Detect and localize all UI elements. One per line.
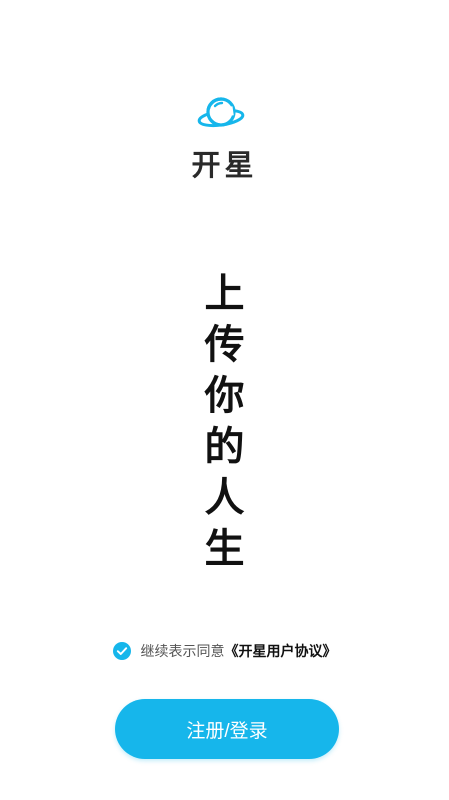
agreement-row: 继续表示同意 《开星用户协议》 [0, 640, 449, 662]
slogan-char: 传 [204, 321, 245, 368]
checkbox-checked-icon[interactable] [112, 642, 131, 660]
slogan: 上 传 你 的 人 生 [0, 268, 449, 574]
planet-icon [197, 97, 245, 128]
register-login-button[interactable]: 注册/登录 [115, 699, 339, 759]
slogan-char: 的 [204, 423, 245, 470]
slogan-char: 上 [204, 270, 245, 317]
app-logo: 开星 [0, 94, 449, 182]
app-name: 开星 [191, 148, 258, 182]
slogan-char: 你 [204, 372, 245, 419]
slogan-char: 人 [204, 474, 245, 521]
slogan-char: 生 [204, 525, 245, 572]
user-agreement-link[interactable]: 《开星用户协议》 [225, 641, 337, 661]
agreement-text: 继续表示同意 [140, 643, 225, 659]
